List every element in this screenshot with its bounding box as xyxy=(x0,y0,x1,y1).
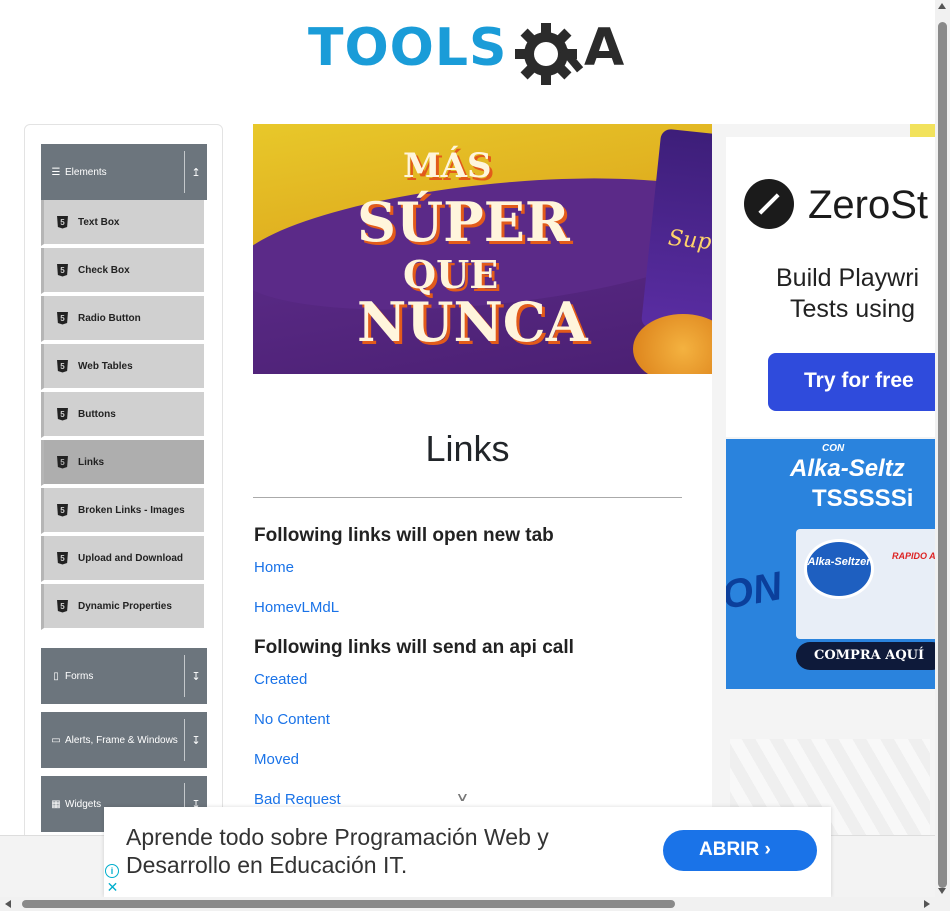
expand-icon[interactable]: ↧ xyxy=(185,670,207,683)
html5-icon: 5 xyxy=(57,263,68,277)
sidebar-item-label: Upload and Download xyxy=(78,552,183,564)
html5-icon: 5 xyxy=(57,359,68,373)
compra-aqui-button[interactable]: COMPRA AQUÍ xyxy=(796,642,935,670)
vertical-scrollbar[interactable] xyxy=(935,0,950,897)
sidebar-item-buttons[interactable]: 5 Buttons xyxy=(41,392,204,438)
expand-icon[interactable]: ↧ xyxy=(185,734,207,747)
moved-link[interactable]: Moved xyxy=(254,751,299,768)
sidebar-item-label: Web Tables xyxy=(78,360,133,372)
logo-suffix: A xyxy=(584,18,625,78)
scrollbar-thumb[interactable] xyxy=(22,900,675,908)
banner-line: SÚPER xyxy=(357,190,570,254)
sidebar-item-dynamic-properties[interactable]: 5 Dynamic Properties xyxy=(41,584,204,630)
ad-text: RAPIDO AL xyxy=(892,551,935,561)
abrir-button[interactable]: ABRIR › xyxy=(663,830,817,871)
html5-icon: 5 xyxy=(57,551,68,565)
section-heading: Following links will open new tab xyxy=(254,525,554,546)
ad-text: TSSSSSi xyxy=(812,485,914,512)
grid-icon: ▦ xyxy=(51,798,61,810)
html5-icon: 5 xyxy=(57,599,68,613)
ad-text: Tests using xyxy=(790,295,916,323)
doc-icon: ▯ xyxy=(53,670,59,682)
html5-icon: 5 xyxy=(57,215,68,229)
horizontal-scrollbar[interactable] xyxy=(0,897,950,911)
scroll-right-icon[interactable] xyxy=(924,900,930,908)
home-link[interactable]: Home xyxy=(254,559,294,576)
info-icon[interactable]: i xyxy=(105,864,119,878)
ad-brand: ZeroSt xyxy=(808,183,929,227)
page-title: Links xyxy=(425,428,510,469)
sidebar-item-links[interactable]: 5 Links xyxy=(41,440,204,486)
banner-ad[interactable]: MÁS SÚPER QUE NUNCA Sup xyxy=(253,124,712,374)
html5-icon: 5 xyxy=(57,455,68,469)
product-box-image: Alka-Seltzer RAPIDO AL xyxy=(796,529,935,639)
list-icon: ☰ xyxy=(51,166,61,178)
banner-line: MÁS xyxy=(403,146,492,186)
scroll-left-icon[interactable] xyxy=(5,900,11,908)
window-icon: ▭ xyxy=(51,734,61,746)
sidebar-item-label: Dynamic Properties xyxy=(78,600,172,612)
sidebar-item-web-tables[interactable]: 5 Web Tables xyxy=(41,344,204,390)
sidebar-item-broken-links[interactable]: 5 Broken Links - Images xyxy=(41,488,204,534)
bottom-ad[interactable]: Aprende todo sobre Programación Web y De… xyxy=(104,807,831,897)
group-forms[interactable]: ▯ Forms ↧ xyxy=(41,648,207,704)
scroll-up-icon[interactable] xyxy=(938,3,946,9)
try-for-free-button[interactable]: Try for free xyxy=(768,353,935,411)
ad-brand: Alka-Seltz xyxy=(790,455,905,482)
html5-icon: 5 xyxy=(57,503,68,517)
scroll-down-icon[interactable] xyxy=(938,888,946,894)
no-content-link[interactable]: No Content xyxy=(254,711,330,728)
sidebar-item-label: Links xyxy=(78,456,105,468)
product-logo: Alka-Seltzer xyxy=(804,539,874,599)
toolsqa-logo[interactable]: TOOLS A xyxy=(308,12,633,92)
close-icon[interactable]: ✕ xyxy=(105,880,120,895)
gear-magnifier-icon xyxy=(515,23,584,85)
html5-icon: 5 xyxy=(57,311,68,325)
zerostep-logo-icon xyxy=(744,179,794,229)
sidebar-item-label: Check Box xyxy=(78,264,130,276)
sidebar-item-upload-download[interactable]: 5 Upload and Download xyxy=(41,536,204,582)
sidebar-item-label: Radio Button xyxy=(78,312,141,324)
ad-corner xyxy=(910,124,935,137)
bad-request-link[interactable]: Bad Request xyxy=(254,791,341,808)
created-link[interactable]: Created xyxy=(254,671,307,688)
sidebar-item-label: Text Box xyxy=(78,216,120,228)
sidebar-item-label: Buttons xyxy=(78,408,116,420)
sidebar-item-check-box[interactable]: 5 Check Box xyxy=(41,248,204,294)
scrollbar-thumb[interactable] xyxy=(938,22,947,888)
ad-text-line: Aprende todo sobre Programación Web y xyxy=(126,824,549,850)
sidebar: ☰ Elements ↥ 5 Text Box 5 Check Box 5 Ra… xyxy=(24,124,223,844)
sidebar-item-label: Broken Links - Images xyxy=(78,504,185,516)
bag-text: Sup xyxy=(666,225,712,256)
zerostep-ad[interactable]: ZeroSt Build Playwri Tests using Try for… xyxy=(726,124,935,437)
logo-text: TOOLS xyxy=(308,18,508,78)
html5-icon: 5 xyxy=(57,407,68,421)
divider xyxy=(253,497,682,498)
right-ad-column: ZeroSt Build Playwri Tests using Try for… xyxy=(712,124,935,836)
dynamic-home-link[interactable]: HomevLMdL xyxy=(254,599,339,616)
ad-text: ON xyxy=(726,564,786,618)
alka-seltzer-ad[interactable]: ON CON Alka-Seltz TSSSSSi Alka-Seltzer R… xyxy=(726,439,935,689)
ad-text: Aprende todo sobre Programación Web y De… xyxy=(126,823,549,879)
sidebar-item-radio-button[interactable]: 5 Radio Button xyxy=(41,296,204,342)
group-label: Alerts, Frame & Windows xyxy=(65,734,178,746)
sidebar-item-text-box[interactable]: 5 Text Box xyxy=(41,200,204,246)
group-label: Forms xyxy=(65,670,94,682)
group-label: Elements xyxy=(65,166,107,178)
section-heading: Following links will send an api call xyxy=(254,637,574,658)
group-alerts-frame-windows[interactable]: ▭ Alerts, Frame & Windows ↧ xyxy=(41,712,207,768)
chevron-down-icon: ∨ xyxy=(455,790,470,804)
snack-bag-image: Sup xyxy=(640,128,712,336)
ad-text-line: Desarrollo en Educación IT. xyxy=(126,852,408,878)
banner-line: NUNCA xyxy=(357,290,588,354)
collapse-icon[interactable]: ↥ xyxy=(185,166,207,179)
group-elements[interactable]: ☰ Elements ↥ xyxy=(41,144,207,200)
ad-text: Build Playwri xyxy=(776,264,920,292)
ad-text: CON xyxy=(822,443,845,454)
